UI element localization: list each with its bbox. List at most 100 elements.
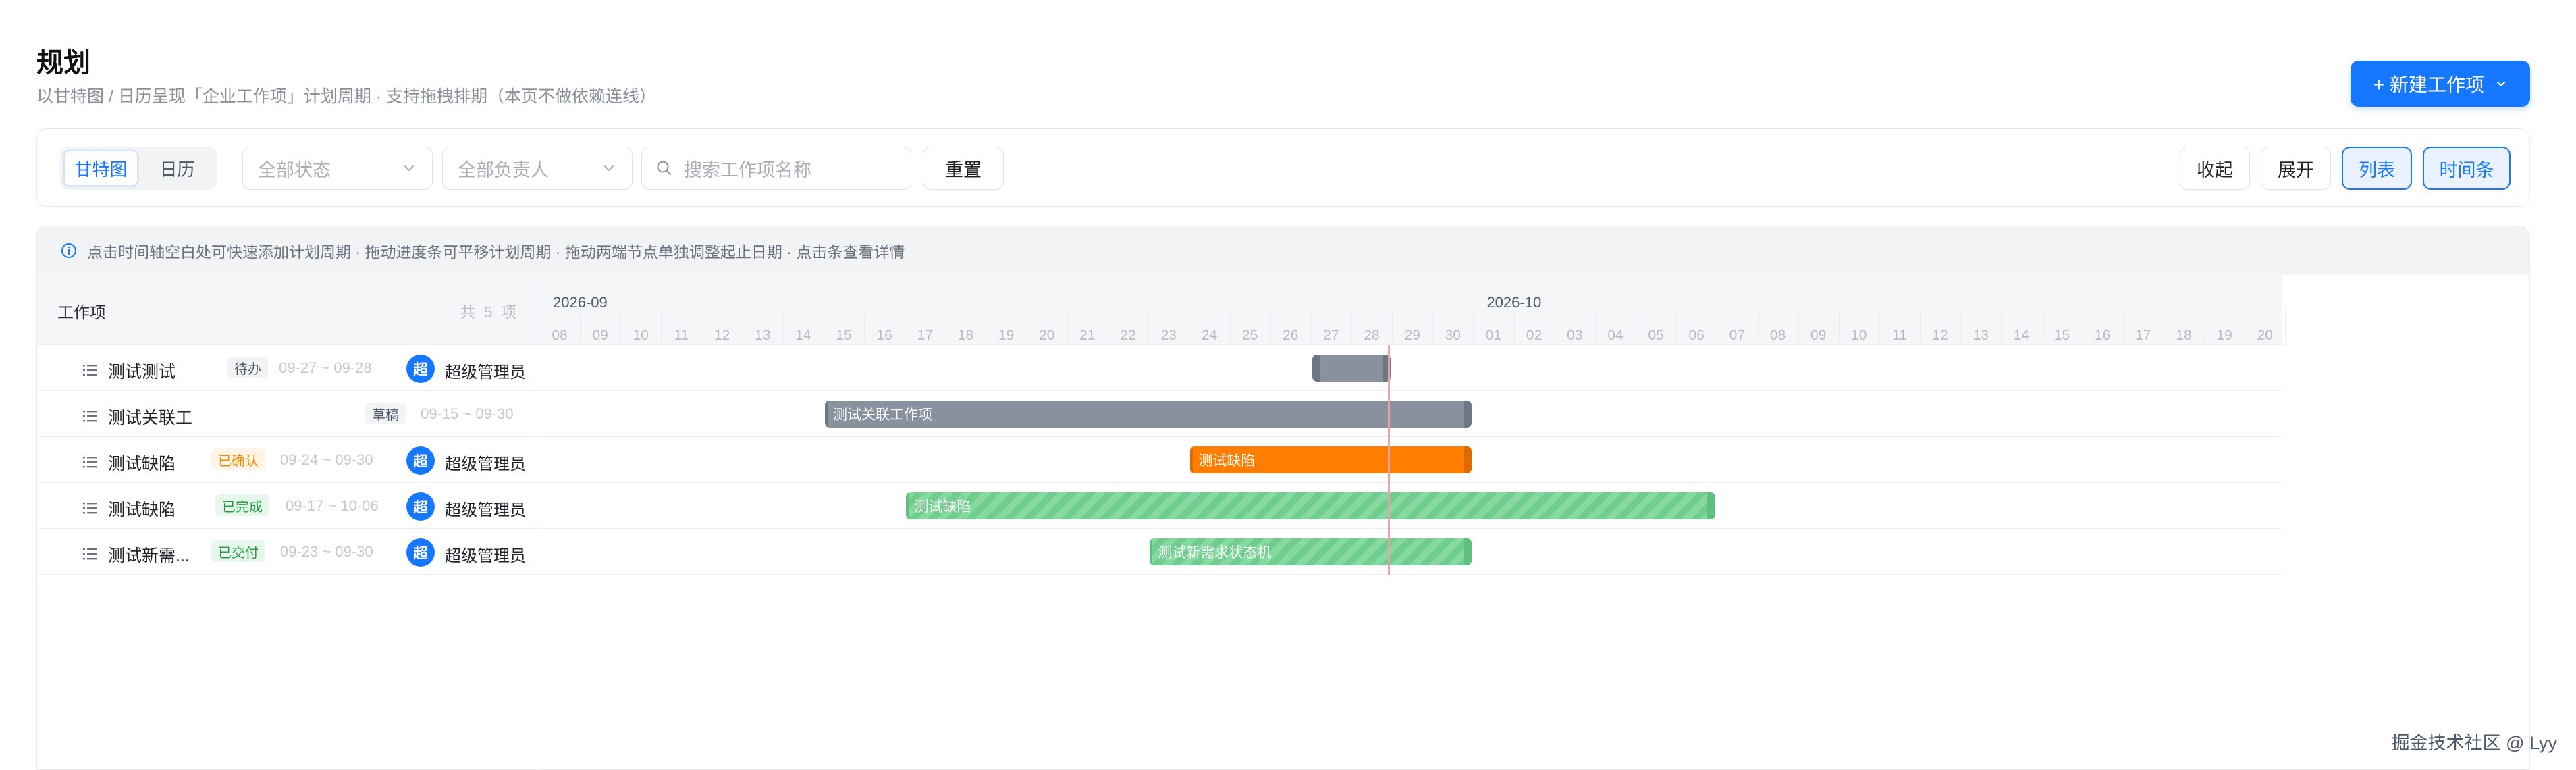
list-button[interactable]: 列表	[2342, 147, 2412, 190]
status-filter-select[interactable]: 全部状态	[242, 147, 433, 190]
status-badge: 已交付	[211, 540, 265, 562]
toolbar: 甘特图 日历 全部状态 全部负责人 搜索工作项名称 重置 收起 展开 列表 时间…	[36, 128, 2530, 207]
day-divider	[2285, 309, 2286, 344]
day-label: 21	[1079, 328, 1096, 343]
avatar: 超	[406, 355, 435, 383]
status-badge: 已确认	[211, 448, 265, 470]
day-label: 23	[1160, 328, 1177, 343]
bar-label: 测试缺陷	[914, 499, 971, 515]
bar-end-handle[interactable]	[1464, 446, 1472, 473]
search-input[interactable]: 搜索工作项名称	[641, 147, 911, 190]
bar-end-handle[interactable]	[1464, 538, 1472, 565]
work-item-row[interactable]: 测试缺陷 已确认 09-24 ~ 09-30 超超级管理员	[37, 437, 539, 483]
bar-end-handle[interactable]	[1707, 492, 1716, 519]
day-label: 19	[998, 328, 1015, 343]
day-label: 03	[1567, 328, 1583, 343]
day-label: 15	[836, 328, 852, 343]
status-badge: 待办	[227, 357, 268, 378]
work-item-name[interactable]: 测试关联工作项	[108, 405, 192, 429]
gantt-bar[interactable]	[1312, 355, 1391, 382]
new-work-item-label: + 新建工作项	[2373, 74, 2485, 95]
day-label: 13	[1973, 328, 1989, 343]
work-item-name[interactable]: 测试缺陷	[108, 496, 192, 521]
owner-filter-value: 全部负责人	[458, 159, 549, 180]
day-label: 25	[1241, 328, 1258, 343]
day-label: 17	[2135, 328, 2151, 343]
day-label: 14	[795, 328, 811, 343]
date-range: 09-27 ~ 09-28	[279, 359, 372, 376]
work-item-name[interactable]: 测试测试	[108, 359, 192, 383]
day-label: 08	[1769, 328, 1786, 343]
work-item-row[interactable]: 测试测试 待办 09-27 ~ 09-28 超超级管理员	[37, 345, 539, 391]
bar-start-handle[interactable]	[1190, 446, 1193, 473]
day-label: 04	[1607, 328, 1624, 343]
tab-gantt[interactable]: 甘特图	[63, 150, 138, 186]
bar-start-handle[interactable]	[906, 492, 909, 519]
work-item-name[interactable]: 测试新需...	[108, 542, 192, 567]
chevron-down-icon	[2496, 81, 2506, 87]
day-label: 01	[1485, 328, 1502, 343]
view-switcher: 甘特图 日历	[60, 147, 217, 190]
chevron-down-icon	[404, 165, 414, 172]
search-icon	[657, 161, 671, 175]
day-label: 12	[714, 328, 730, 343]
work-item-header: 工作项 共 5 项	[37, 275, 539, 345]
gantt-bar[interactable]: 测试关联工作项	[825, 401, 1472, 428]
bar-start-handle[interactable]	[1150, 538, 1153, 565]
timeline-header: 2026-09 2026-10 08 09 10 11 12 13 14 15 16 17 18 19…	[539, 275, 2286, 345]
bar-end-handle[interactable]	[1464, 401, 1472, 428]
bar-start-handle[interactable]	[1312, 355, 1320, 382]
new-work-item-button[interactable]: + 新建工作项	[2351, 61, 2530, 107]
expand-button[interactable]: 展开	[2261, 147, 2331, 190]
avatar: 超	[406, 446, 435, 475]
reset-button[interactable]: 重置	[923, 147, 1004, 190]
status-badge: 已完成	[215, 494, 269, 516]
bar-label: 测试新需求状态机	[1158, 545, 1272, 561]
day-label: 09	[592, 328, 608, 343]
gantt-bar[interactable]: 测试缺陷	[906, 492, 1716, 519]
date-range: 09-15 ~ 09-30	[421, 405, 514, 422]
day-label: 22	[1120, 328, 1136, 343]
owner-name: 超级管理员	[445, 547, 526, 565]
work-item-row[interactable]: 测试关联工作项 草稿 09-15 ~ 09-30	[37, 391, 539, 437]
day-label: 07	[1729, 328, 1746, 343]
today-line	[1388, 345, 1391, 575]
gantt-bar[interactable]: 测试新需求状态机	[1150, 538, 1472, 565]
gantt-panel: 点击时间轴空白处可快速添加计划周期 · 拖动进度条可平移计划周期 · 拖动两端节…	[36, 226, 2530, 770]
work-item-name[interactable]: 测试缺陷	[108, 451, 192, 475]
tab-calendar[interactable]: 日历	[141, 150, 213, 186]
timeline-row[interactable]	[539, 345, 2282, 391]
gantt-hint: 点击时间轴空白处可快速添加计划周期 · 拖动进度条可平移计划周期 · 拖动两端节…	[37, 226, 2529, 275]
bar-label: 测试关联工作项	[833, 407, 933, 423]
day-label: 28	[1364, 328, 1380, 343]
list-icon	[83, 548, 97, 560]
day-label: 09	[1810, 328, 1827, 343]
day-label: 02	[1526, 328, 1542, 343]
day-label: 19	[2216, 328, 2232, 343]
bar-label: 测试缺陷	[1198, 453, 1256, 469]
list-icon-wrap	[83, 408, 98, 428]
date-range: 09-24 ~ 09-30	[280, 451, 373, 468]
bar-start-handle[interactable]	[825, 401, 828, 428]
owner-name: 超级管理员	[445, 363, 526, 382]
work-item-count: 共 5 项	[460, 303, 518, 321]
date-range: 09-23 ~ 09-30	[280, 543, 373, 560]
work-item-row[interactable]: 测试缺陷 已完成 09-17 ~ 10-06 超超级管理员	[37, 483, 539, 529]
owner-filter-select[interactable]: 全部负责人	[442, 147, 633, 190]
day-label: 24	[1201, 328, 1218, 343]
work-item-row[interactable]: 测试新需... 已交付 09-23 ~ 09-30 超超级管理员	[37, 529, 539, 575]
search-placeholder: 搜索工作项名称	[684, 159, 811, 180]
gantt-bar[interactable]: 测试缺陷	[1190, 446, 1472, 473]
page-title: 规划	[36, 48, 90, 78]
timeline-button[interactable]: 时间条	[2423, 147, 2511, 190]
chevron-down-icon	[604, 165, 614, 172]
day-label: 05	[1648, 328, 1664, 343]
day-label: 08	[552, 328, 568, 343]
day-label: 20	[2257, 328, 2273, 343]
owner-name: 超级管理员	[445, 455, 526, 473]
owner-name: 超级管理员	[445, 501, 526, 519]
collapse-button[interactable]: 收起	[2180, 147, 2250, 190]
timeline-grid[interactable]: 测试关联工作项 测试缺陷 测试缺陷 测试新需求状态机	[539, 345, 2282, 575]
avatar: 超	[406, 492, 435, 521]
day-label: 15	[2054, 328, 2070, 343]
